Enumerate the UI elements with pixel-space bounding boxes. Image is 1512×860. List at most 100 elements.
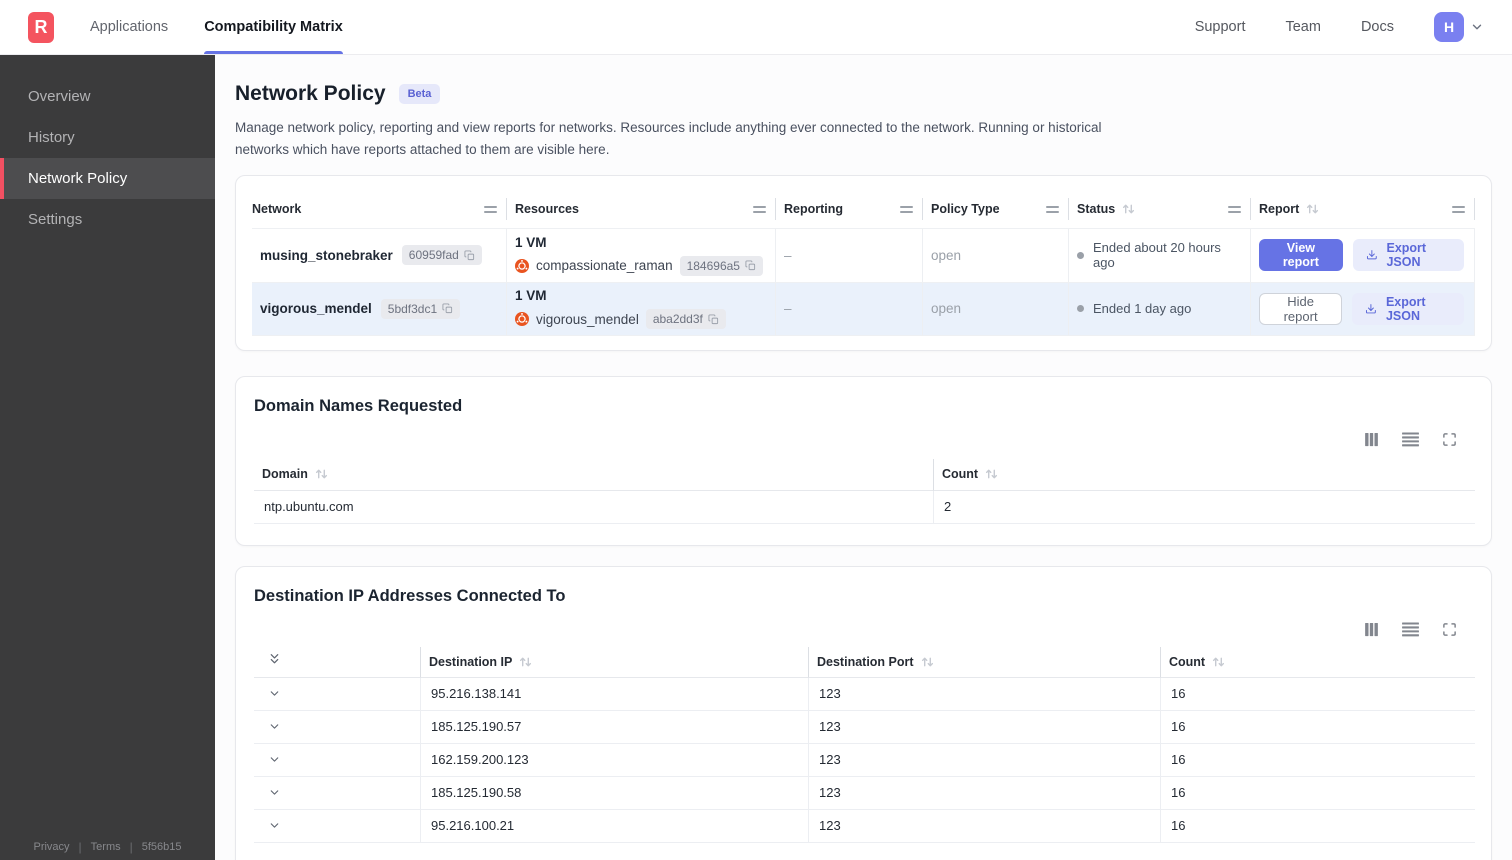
domains-table: Domain Count ntp.ubuntu.com 2 (254, 458, 1475, 524)
column-header-destination-ip: Destination IP (420, 646, 808, 678)
export-json-button[interactable]: Export JSON (1352, 239, 1464, 272)
destination-port-cell: 123 (808, 710, 1160, 744)
column-header-count: Count (1160, 646, 1475, 678)
nav-link-team[interactable]: Team (1285, 19, 1320, 35)
resource-name: vigorous_mendel (536, 311, 639, 327)
sort-icon[interactable] (1122, 203, 1135, 215)
export-json-button[interactable]: Export JSON (1352, 292, 1464, 325)
resource-id-badge: aba2dd3f (645, 309, 726, 330)
column-menu-icon[interactable] (900, 205, 913, 213)
network-id: 5bdf3dc1 (387, 301, 438, 316)
row-density-icon[interactable] (1402, 622, 1419, 637)
export-json-label: Export JSON (1386, 241, 1427, 270)
resources-cell: 1 VM vigorous_mendel aba2dd3f (507, 281, 776, 336)
sort-icon[interactable] (1212, 656, 1225, 668)
vm-count: 1 VM (515, 234, 547, 250)
domain-names-card: Domain Names Requested Domain Count ntp.… (235, 375, 1492, 546)
network-name: vigorous_mendel (260, 301, 372, 317)
chevron-down-icon (1472, 24, 1482, 30)
nav-links: Support Team Docs H (1195, 0, 1484, 54)
avatar[interactable]: H (1434, 12, 1464, 42)
destinations-table: Destination IP Destination Port Count 95… (254, 646, 1475, 843)
sort-icon[interactable] (315, 468, 328, 480)
column-menu-icon[interactable] (1046, 205, 1059, 213)
page-description: Manage network policy, reporting and vie… (235, 120, 1102, 157)
destination-port-cell: 123 (808, 743, 1160, 777)
resources-cell: 1 VM compassionate_raman 184696a5 (507, 227, 776, 282)
column-label: Resources (515, 202, 579, 217)
copy-icon[interactable] (442, 303, 453, 314)
sort-icon[interactable] (519, 656, 532, 668)
column-menu-icon[interactable] (1452, 205, 1465, 213)
export-json-label: Export JSON (1385, 294, 1426, 323)
terms-link[interactable]: Terms (91, 841, 121, 853)
column-header-destination-port: Destination Port (808, 646, 1160, 678)
column-visibility-icon[interactable] (1364, 622, 1379, 637)
resource-id: 184696a5 (686, 258, 740, 273)
reporting-cell: – (776, 227, 923, 282)
divider: | (78, 840, 82, 854)
privacy-link[interactable]: Privacy (33, 841, 69, 853)
sidebar-item-settings[interactable]: Settings (0, 199, 215, 240)
sort-icon[interactable] (985, 468, 998, 480)
sort-icon[interactable] (1306, 203, 1319, 215)
view-report-button[interactable]: View report (1259, 239, 1343, 272)
column-header-network: Network (252, 191, 507, 228)
count-cell: 16 (1160, 710, 1475, 744)
reporting-cell: – (776, 281, 923, 336)
network-name-cell: musing_stonebraker 60959fad (252, 227, 507, 282)
tab-compatibility-matrix[interactable]: Compatibility Matrix (204, 0, 343, 54)
copy-icon[interactable] (745, 260, 756, 271)
sidebar-item-history[interactable]: History (0, 117, 215, 158)
status-text: Ended about 20 hours ago (1093, 240, 1221, 271)
column-label: Policy Type (931, 202, 1000, 217)
tab-applications[interactable]: Applications (90, 0, 168, 54)
networks-card: Network Resources Reporting Policy Type (235, 174, 1492, 351)
hide-report-button[interactable]: Hide report (1259, 292, 1343, 325)
resource-id: aba2dd3f (652, 312, 703, 327)
column-menu-icon[interactable] (484, 205, 497, 213)
card-title: Domain Names Requested (254, 396, 463, 415)
destination-ips-card: Destination IP Addresses Connected To De… (235, 565, 1492, 860)
row-expand-toggle[interactable] (254, 777, 420, 810)
nav-tabs: Applications Compatibility Matrix (90, 0, 343, 54)
status-dot (1077, 305, 1084, 313)
column-header-resources: Resources (507, 191, 776, 228)
sidebar-item-network-policy[interactable]: Network Policy (0, 158, 215, 199)
logo-r-icon[interactable]: R (28, 11, 54, 43)
status-cell: Ended about 20 hours ago (1069, 227, 1251, 282)
download-icon (1366, 303, 1376, 314)
column-header-domain: Domain (254, 459, 933, 491)
column-label: Count (942, 467, 979, 482)
policy-type-cell: open (923, 281, 1069, 336)
column-menu-icon[interactable] (1228, 205, 1241, 213)
ubuntu-icon (515, 258, 529, 273)
sort-icon[interactable] (921, 656, 934, 668)
row-expand-toggle[interactable] (254, 711, 420, 744)
destination-ip-cell: 185.125.190.58 (420, 776, 808, 810)
fullscreen-icon[interactable] (1442, 622, 1457, 637)
count-cell: 16 (1160, 743, 1475, 777)
divider: | (129, 840, 133, 854)
column-menu-icon[interactable] (753, 205, 766, 213)
version-label: 5f56b15 (141, 841, 182, 853)
fullscreen-icon[interactable] (1442, 432, 1457, 447)
networks-table: Network Resources Reporting Policy Type (252, 191, 1475, 336)
row-expand-toggle[interactable] (254, 744, 420, 777)
nav-link-support[interactable]: Support (1195, 19, 1246, 35)
sidebar-item-overview[interactable]: Overview (0, 76, 215, 117)
copy-icon[interactable] (464, 250, 475, 261)
copy-icon[interactable] (708, 314, 719, 325)
row-density-icon[interactable] (1402, 432, 1419, 447)
row-expand-toggle[interactable] (254, 810, 420, 843)
network-name: musing_stonebraker (260, 247, 393, 263)
user-menu[interactable]: H (1434, 12, 1484, 42)
column-label: Reporting (784, 202, 844, 217)
nav-link-docs[interactable]: Docs (1361, 19, 1394, 35)
destination-ip-cell: 185.125.190.57 (420, 710, 808, 744)
destination-port-cell: 123 (808, 677, 1160, 711)
column-visibility-icon[interactable] (1364, 432, 1379, 447)
vm-count: 1 VM (515, 288, 547, 304)
row-expand-toggle[interactable] (254, 678, 420, 711)
expand-all-icon[interactable] (268, 652, 281, 671)
